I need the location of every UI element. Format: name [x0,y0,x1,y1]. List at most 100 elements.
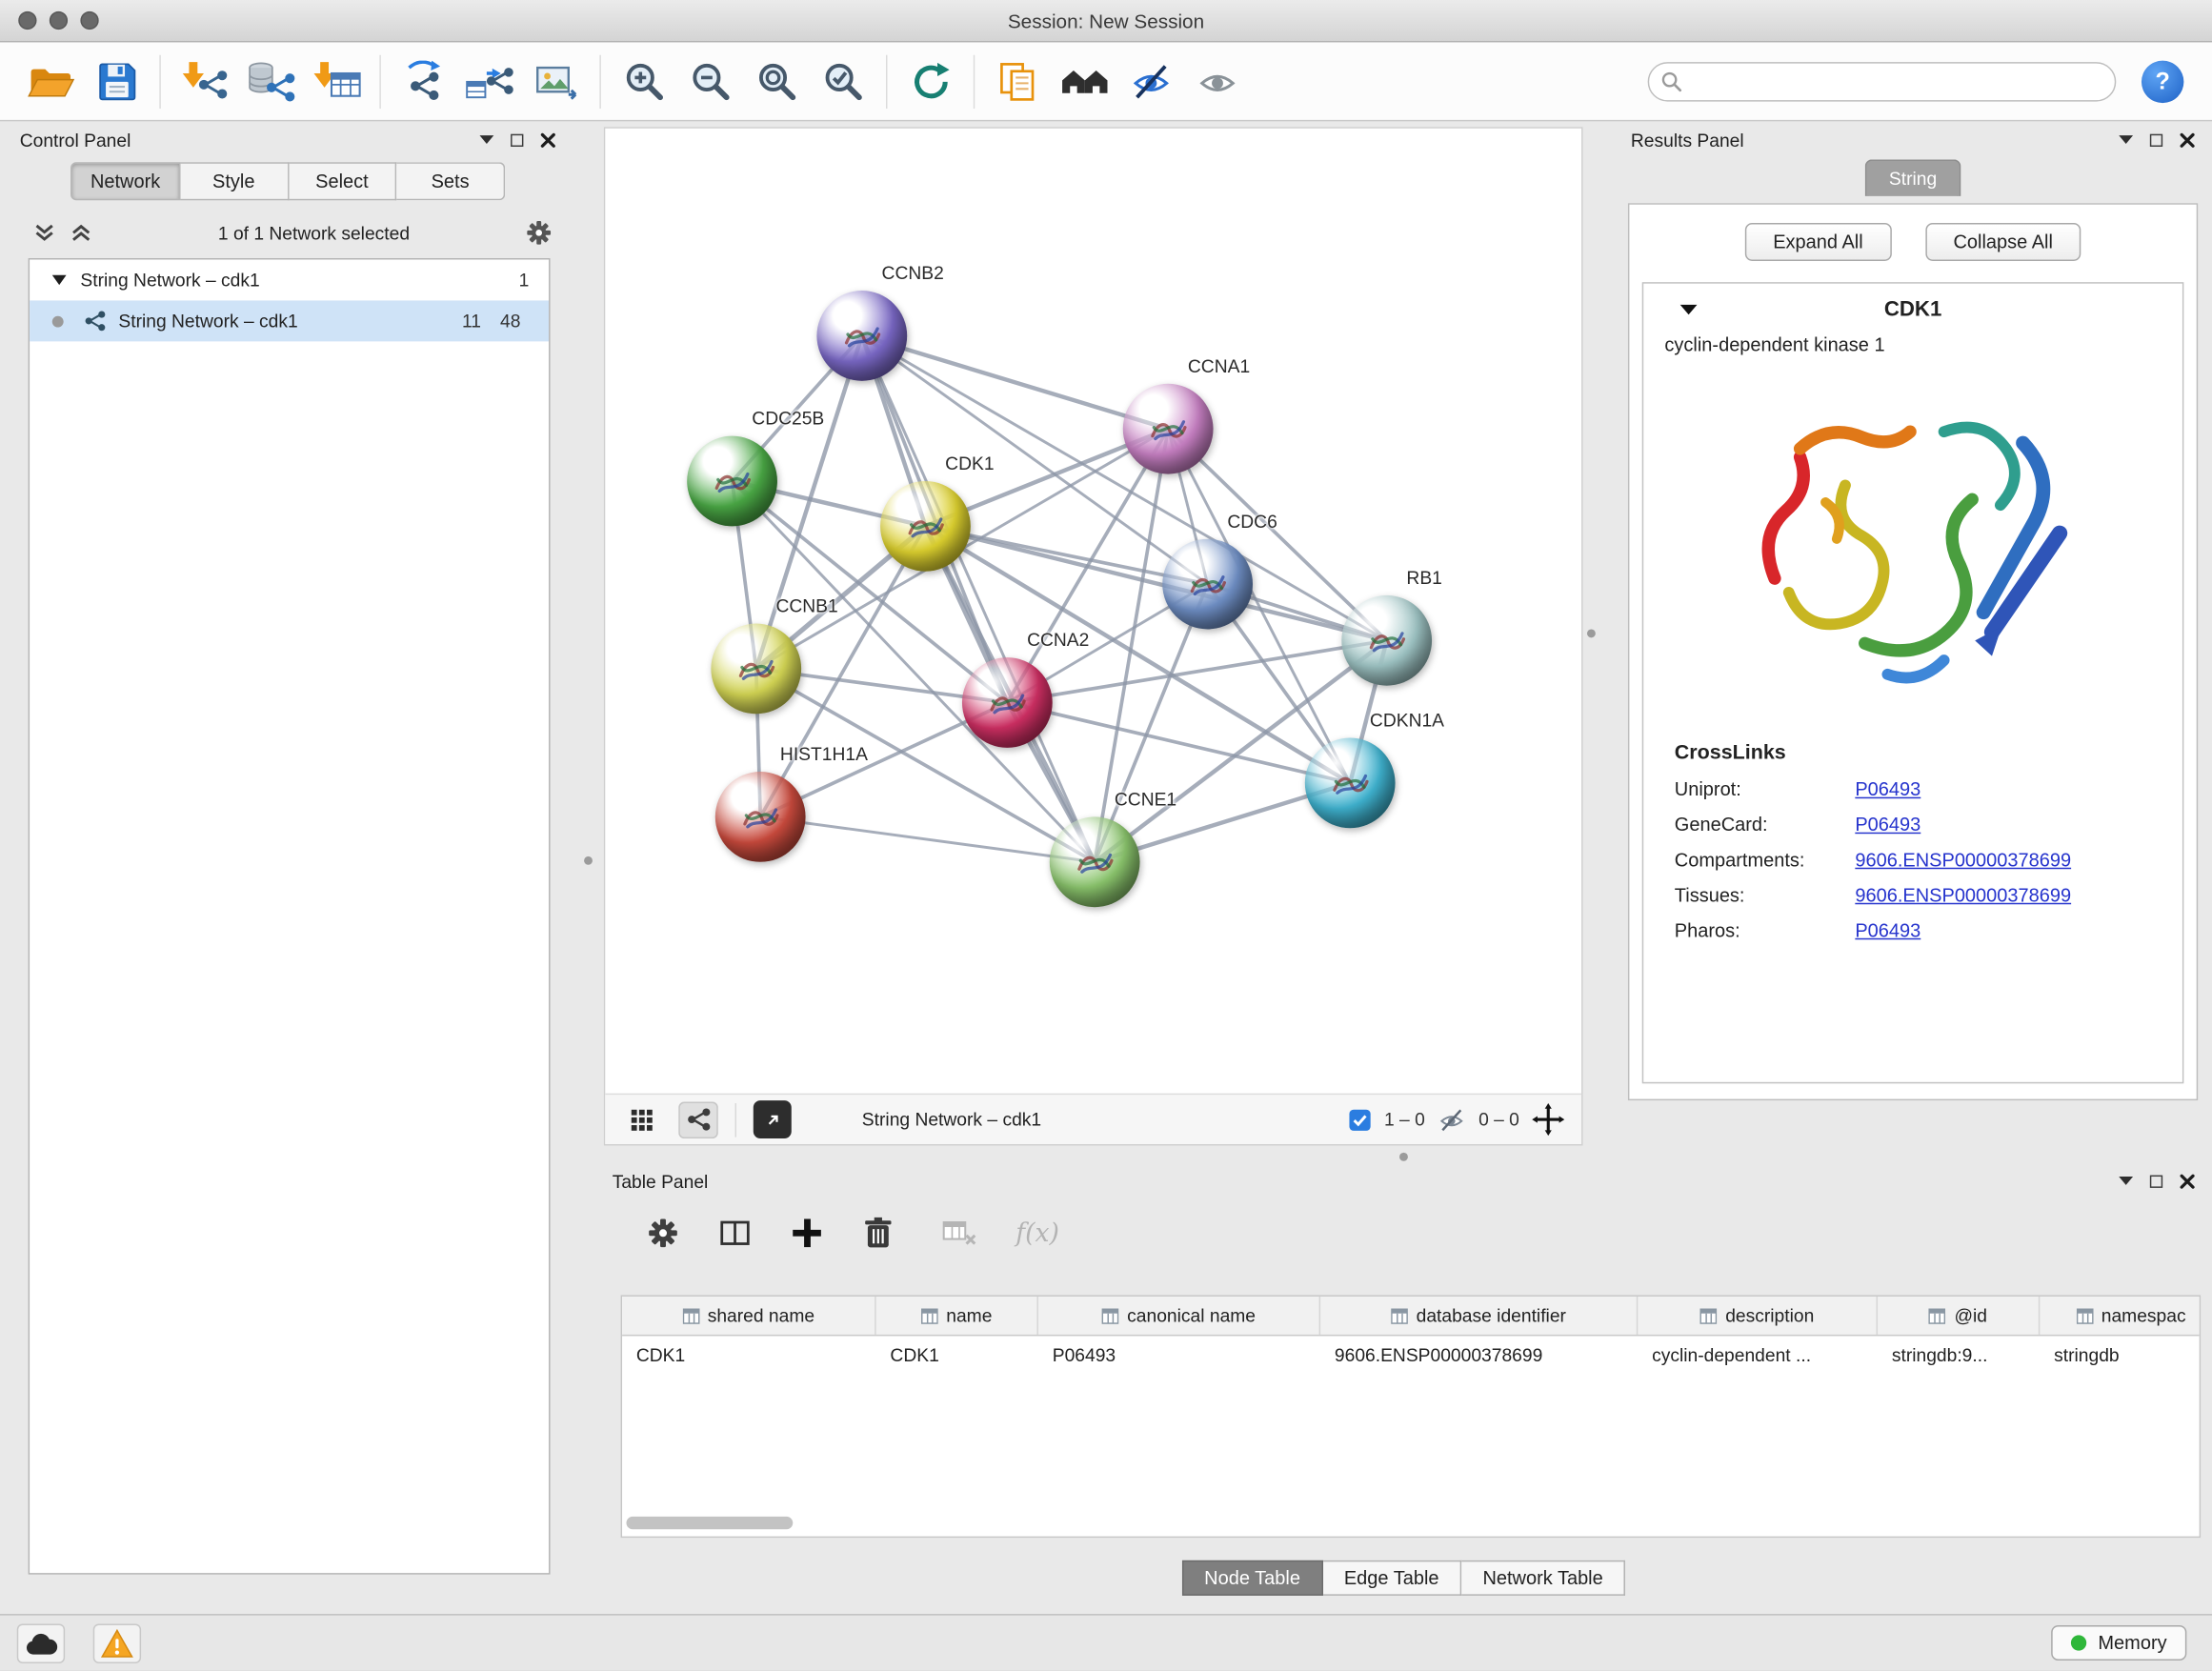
panel-float-icon[interactable] [511,133,523,146]
birds-eye-view-icon[interactable] [622,1101,661,1138]
table-options-gear-icon[interactable] [646,1217,680,1251]
edge-CCNA2-CDKN1A[interactable] [1007,702,1350,782]
tab-network[interactable]: Network [70,162,180,200]
column-header--id[interactable]: @id [1878,1297,2040,1335]
column-header-namespac[interactable]: namespac [2040,1297,2201,1335]
left-splitter-handle[interactable] [584,856,593,865]
node-label-CCNE1: CCNE1 [1115,789,1176,810]
fit-content-icon[interactable] [743,49,810,113]
network-node-CCNA1[interactable] [1123,384,1214,474]
crosslink-value-link[interactable]: P06493 [1855,814,1920,835]
column-header-canonical-name[interactable]: canonical name [1038,1297,1320,1335]
network-canvas[interactable]: CCNB2 CCNA1 CDC25B CDK1 CDC6 RB1 CCNB1 C… [605,129,1581,1094]
toolbar-search [1648,61,2117,100]
search-input[interactable] [1648,61,2117,100]
column-header-database-identifier[interactable]: database identifier [1320,1297,1638,1335]
cloud-status-icon[interactable] [17,1623,65,1662]
selected-checkbox-icon[interactable] [1349,1108,1372,1131]
expand-all-button[interactable]: Expand All [1745,223,1892,261]
hidden-eye-icon[interactable] [1438,1107,1466,1133]
collapse-all-button[interactable]: Collapse All [1925,223,2081,261]
panel-close-icon[interactable] [540,131,555,147]
network-tools-icon[interactable] [391,49,457,113]
show-columns-icon[interactable] [718,1218,753,1249]
import-network-from-file-icon[interactable] [171,49,237,113]
tab-network-table[interactable]: Network Table [1461,1560,1625,1596]
help-icon[interactable]: ? [2142,60,2183,102]
collapse-all-icon[interactable] [34,223,55,243]
crosslink-value-link[interactable]: 9606.ENSP00000378699 [1855,849,2071,870]
network-node-CDC25B[interactable] [687,436,777,527]
delete-column-icon[interactable] [862,1217,895,1251]
panel-menu-icon[interactable] [2119,135,2133,144]
network-node-CDK1[interactable] [880,481,971,572]
tab-select[interactable]: Select [289,162,397,200]
copy-document-icon[interactable] [985,49,1052,113]
expand-all-icon[interactable] [70,223,91,243]
edge-CDK1-RB1[interactable] [925,526,1386,640]
memory-label: Memory [2098,1632,2166,1653]
edge-CCNB2-CCNA1[interactable] [862,335,1168,429]
crosslink-label: Uniprot: [1675,778,1856,799]
column-header-name[interactable]: name [876,1297,1038,1335]
delete-table-icon[interactable] [941,1218,978,1249]
right-splitter-handle[interactable] [1587,629,1596,637]
collection-expand-icon[interactable] [52,275,67,285]
column-header-description[interactable]: description [1638,1297,1878,1335]
node-label-CDC25B: CDC25B [752,408,824,429]
protein-section-header[interactable]: CDK1 [1643,284,2182,334]
table-horizontal-scrollbar[interactable] [627,1517,794,1529]
show-all-icon[interactable] [1183,49,1250,113]
tab-style[interactable]: Style [180,162,289,200]
network-options-gear-icon[interactable] [525,219,553,248]
bottom-splitter-handle[interactable] [1399,1153,1408,1161]
warning-icon[interactable] [93,1623,141,1662]
panel-menu-icon[interactable] [2119,1177,2133,1185]
panel-close-icon[interactable] [2180,131,2195,147]
hide-selected-icon[interactable] [1117,49,1184,113]
panel-close-icon[interactable] [2180,1173,2195,1188]
network-collection-row[interactable]: String Network – cdk1 1 [30,259,549,300]
network-node-CDKN1A[interactable] [1305,737,1396,828]
import-table-from-file-icon[interactable] [303,49,370,113]
panel-float-icon[interactable] [2150,133,2162,146]
network-node-CDC6[interactable] [1162,539,1253,630]
tab-node-table[interactable]: Node Table [1181,1560,1322,1596]
edge-HIST1H1A-CCNE1[interactable] [760,816,1095,861]
add-column-icon[interactable] [790,1217,824,1251]
new-network-from-table-icon[interactable] [457,49,524,113]
export-image-icon[interactable] [523,49,590,113]
column-header-shared-name[interactable]: shared name [622,1297,876,1335]
tab-string[interactable]: String [1865,159,1961,196]
network-node-RB1[interactable] [1341,595,1432,686]
network-node-CCNB1[interactable] [711,624,801,715]
tab-edge-table[interactable]: Edge Table [1323,1560,1462,1596]
apply-layout-icon[interactable] [897,49,964,113]
panel-float-icon[interactable] [2150,1175,2162,1187]
import-network-from-database-icon[interactable] [237,49,304,113]
tab-sets[interactable]: Sets [396,162,505,200]
network-node-CCNB2[interactable] [816,291,907,381]
pan-move-icon[interactable] [1532,1103,1564,1136]
crosslink-value-link[interactable]: 9606.ENSP00000378699 [1855,885,2071,906]
network-node-CCNE1[interactable] [1050,816,1140,907]
home-views-icon[interactable] [1051,49,1117,113]
protein-name: CDK1 [1643,297,2182,321]
open-in-window-icon[interactable] [754,1100,792,1138]
zoom-out-icon[interactable] [677,49,744,113]
zoom-selected-icon[interactable] [810,49,876,113]
graphics-details-icon[interactable] [678,1101,717,1138]
table-row[interactable]: CDK1CDK1P064939606.ENSP00000378699cyclin… [622,1336,2200,1373]
crosslink-value-link[interactable]: P06493 [1855,778,1920,799]
function-builder-icon[interactable]: f(x) [1016,1218,1059,1248]
save-session-icon[interactable] [83,49,150,113]
edge-CCNB2-CCNE1[interactable] [862,335,1095,861]
open-session-icon[interactable] [17,49,84,113]
network-node-HIST1H1A[interactable] [715,772,806,862]
network-node-CCNA2[interactable] [962,657,1053,748]
network-row[interactable]: String Network – cdk1 11 48 [30,300,549,341]
memory-button[interactable]: Memory [2052,1625,2187,1661]
panel-menu-icon[interactable] [479,135,493,144]
crosslink-value-link[interactable]: P06493 [1855,920,1920,941]
zoom-in-icon[interactable] [611,49,677,113]
